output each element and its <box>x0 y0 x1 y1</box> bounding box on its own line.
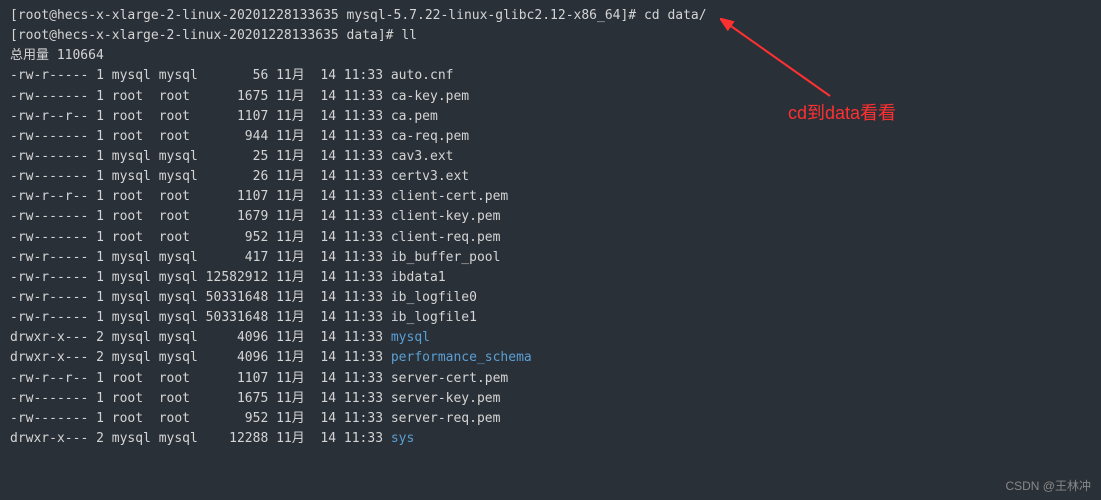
list-item: -rw-r----- 1 mysql mysql 50331648 11月 14… <box>10 308 1091 328</box>
file-name: server-req.pem <box>391 411 501 426</box>
list-item: -rw-r----- 1 mysql mysql 417 11月 14 11:3… <box>10 248 1091 268</box>
list-item: -rw------- 1 root root 1675 11月 14 11:33… <box>10 389 1091 409</box>
annotation-text: cd到data看看 <box>788 100 896 128</box>
file-name: ca-key.pem <box>391 89 469 104</box>
file-name: ib_logfile1 <box>391 310 477 325</box>
file-name: cav3.ext <box>391 149 454 164</box>
prompt-text: [root@hecs-x-xlarge-2-linux-202012281336… <box>10 8 636 23</box>
total-line: 总用量 110664 <box>10 46 1091 66</box>
file-name: sys <box>391 431 414 446</box>
list-item: drwxr-x--- 2 mysql mysql 4096 11月 14 11:… <box>10 328 1091 348</box>
file-name: mysql <box>391 330 430 345</box>
list-item: -rw------- 1 root root 944 11月 14 11:33 … <box>10 127 1091 147</box>
list-item: -rw-r--r-- 1 root root 1107 11月 14 11:33… <box>10 107 1091 127</box>
list-item: -rw-r----- 1 mysql mysql 50331648 11月 14… <box>10 288 1091 308</box>
file-name: ib_logfile0 <box>391 290 477 305</box>
command-text[interactable]: cd data/ <box>644 8 707 23</box>
list-item: drwxr-x--- 2 mysql mysql 4096 11月 14 11:… <box>10 348 1091 368</box>
list-item: -rw-r--r-- 1 root root 1107 11月 14 11:33… <box>10 187 1091 207</box>
list-item: -rw------- 1 mysql mysql 25 11月 14 11:33… <box>10 147 1091 167</box>
file-name: client-key.pem <box>391 209 501 224</box>
prompt-text: [root@hecs-x-xlarge-2-linux-202012281336… <box>10 28 394 43</box>
file-listing: -rw-r----- 1 mysql mysql 56 11月 14 11:33… <box>10 66 1091 449</box>
watermark-text: CSDN @王林冲 <box>1005 477 1091 496</box>
list-item: -rw-r--r-- 1 root root 1107 11月 14 11:33… <box>10 369 1091 389</box>
list-item: -rw------- 1 root root 1675 11月 14 11:33… <box>10 87 1091 107</box>
file-name: certv3.ext <box>391 169 469 184</box>
list-item: -rw------- 1 root root 952 11月 14 11:33 … <box>10 228 1091 248</box>
prompt-line-1: [root@hecs-x-xlarge-2-linux-202012281336… <box>10 6 1091 26</box>
file-name: performance_schema <box>391 350 532 365</box>
file-name: ca.pem <box>391 109 438 124</box>
list-item: -rw-r----- 1 mysql mysql 56 11月 14 11:33… <box>10 66 1091 86</box>
file-name: client-cert.pem <box>391 189 508 204</box>
list-item: -rw------- 1 root root 1679 11月 14 11:33… <box>10 207 1091 227</box>
file-name: server-cert.pem <box>391 371 508 386</box>
file-name: ib_buffer_pool <box>391 250 501 265</box>
prompt-line-2: [root@hecs-x-xlarge-2-linux-202012281336… <box>10 26 1091 46</box>
list-item: -rw------- 1 root root 952 11月 14 11:33 … <box>10 409 1091 429</box>
file-name: server-key.pem <box>391 391 501 406</box>
file-name: auto.cnf <box>391 68 454 83</box>
file-name: client-req.pem <box>391 230 501 245</box>
file-name: ca-req.pem <box>391 129 469 144</box>
list-item: -rw------- 1 mysql mysql 26 11月 14 11:33… <box>10 167 1091 187</box>
file-name: ibdata1 <box>391 270 446 285</box>
command-text[interactable]: ll <box>401 28 417 43</box>
list-item: drwxr-x--- 2 mysql mysql 12288 11月 14 11… <box>10 429 1091 449</box>
list-item: -rw-r----- 1 mysql mysql 12582912 11月 14… <box>10 268 1091 288</box>
